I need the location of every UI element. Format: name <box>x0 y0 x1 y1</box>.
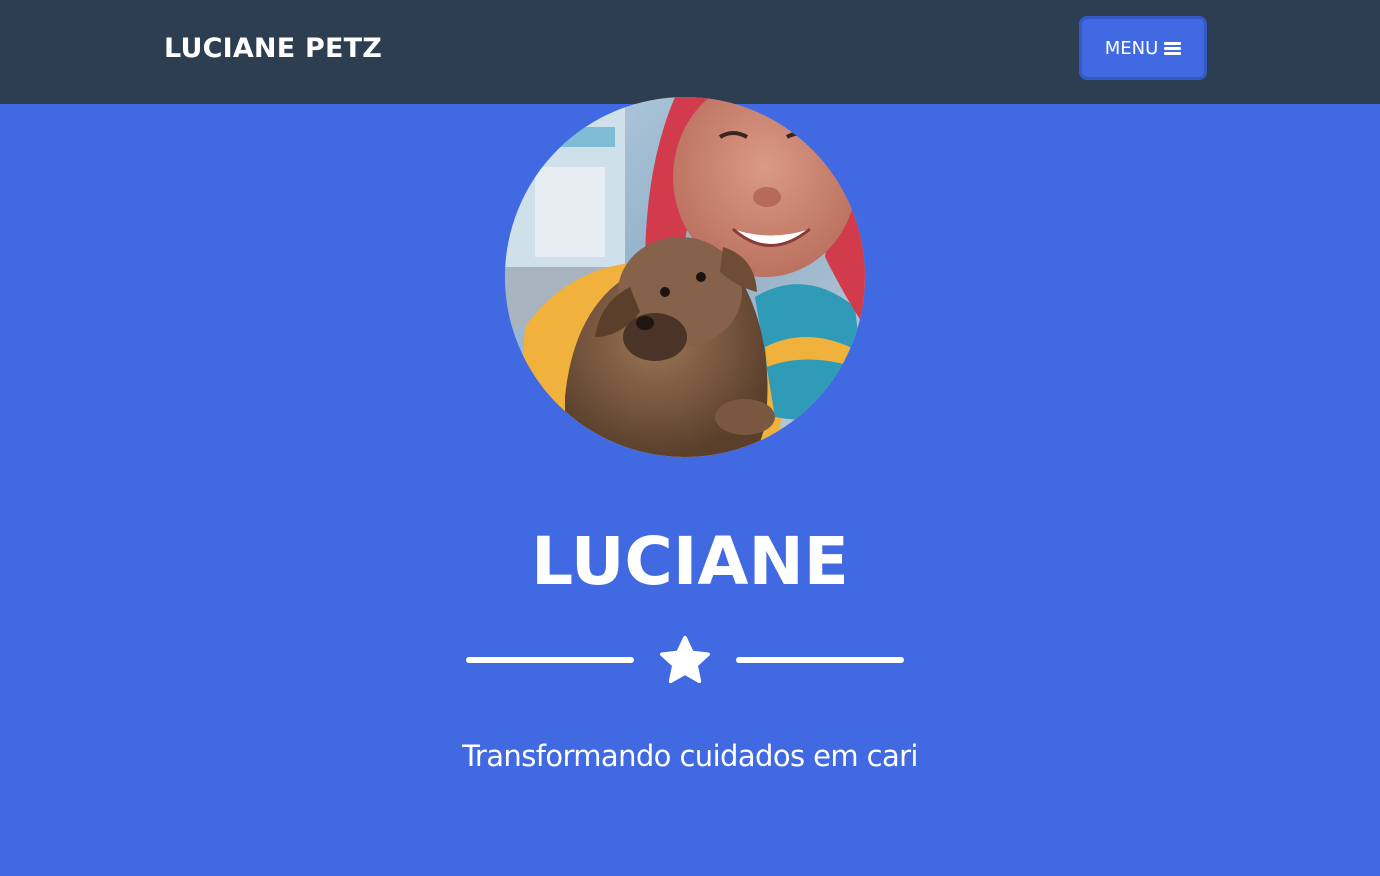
star-icon <box>660 635 710 684</box>
menu-button[interactable]: MENU <box>1079 16 1207 80</box>
profile-photo <box>505 97 865 457</box>
page-title: LUCIANE <box>531 523 849 600</box>
divider-right-line <box>736 657 904 663</box>
bars-icon <box>1164 41 1182 55</box>
brand-link[interactable]: LUCIANE PETZ <box>164 30 382 68</box>
avatar <box>505 97 865 457</box>
subheading: Transformando cuidados em cari <box>462 739 918 773</box>
menu-button-label: MENU <box>1104 37 1159 59</box>
divider-left-line <box>466 657 634 663</box>
top-navbar: LUCIANE PETZ MENU <box>0 0 1380 104</box>
